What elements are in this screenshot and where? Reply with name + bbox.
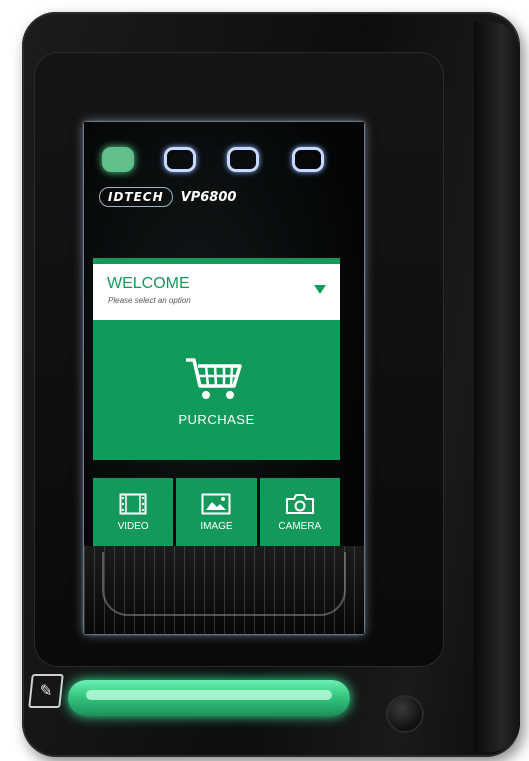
status-led-4 [292,147,324,172]
status-led-2 [164,147,196,172]
video-button[interactable]: VIDEO [93,478,174,546]
status-led-row [84,147,364,177]
contactless-card-icon: ✎ [28,674,64,708]
dropdown-caret-icon[interactable] [314,285,326,294]
status-led-3 [227,147,259,172]
image-label: IMAGE [200,520,233,532]
hardware-button[interactable] [386,695,424,733]
purchase-label: PURCHASE [178,411,255,427]
device-side-edge [474,22,520,752]
idtech-logo: IDTECH [99,187,173,207]
welcome-title: WELCOME [107,275,190,292]
camera-button[interactable]: CAMERA [259,478,340,546]
media-tiles: VIDEO IMAGE CAMERA [93,478,340,546]
purchase-button[interactable]: PURCHASE [93,320,340,460]
video-label: VIDEO [117,520,149,532]
film-icon [119,493,147,514]
image-icon [201,493,231,514]
touch-screen[interactable]: IDTECH VP6800 WELCOME Please select an o… [84,122,364,634]
camera-label: CAMERA [278,520,322,532]
welcome-dropdown[interactable]: WELCOME Please select an option [93,258,340,320]
basket-rim [102,552,346,616]
welcome-subtitle: Please select an option [108,296,191,305]
brand-header: IDTECH VP6800 [99,186,236,208]
card-slot-light [86,690,332,700]
camera-icon [285,493,314,514]
status-led-1 [102,147,134,172]
model-name: VP6800 [180,189,237,205]
shopping-cart-icon [185,357,242,399]
image-button[interactable]: IMAGE [176,478,257,546]
payment-terminal: IDTECH VP6800 WELCOME Please select an o… [22,12,520,757]
card-reader-slot[interactable] [68,680,350,716]
